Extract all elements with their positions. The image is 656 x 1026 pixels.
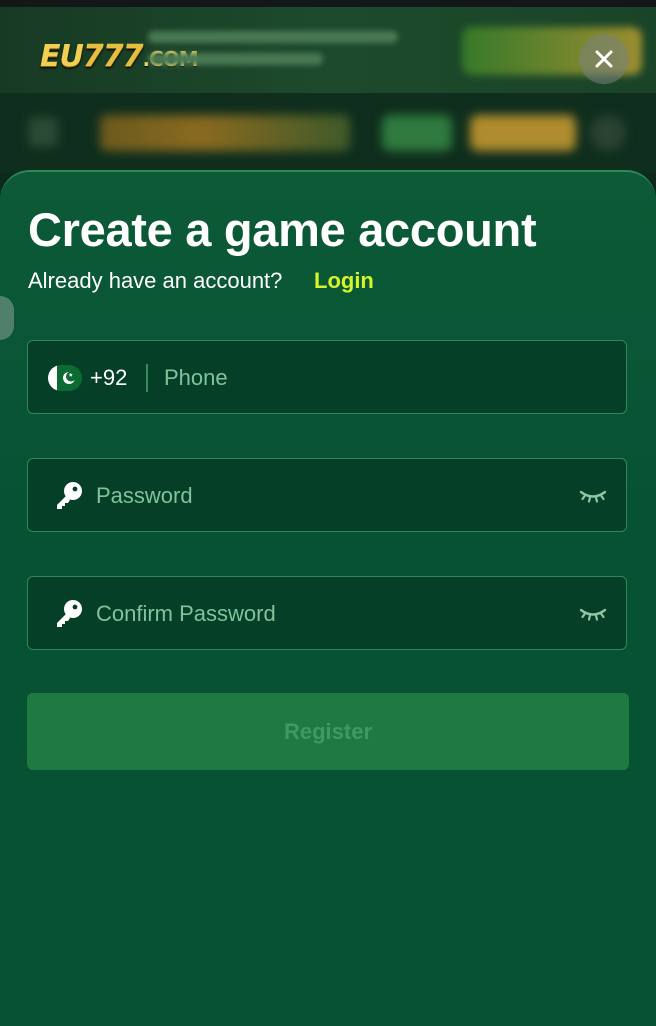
field-divider xyxy=(146,364,148,392)
key-icon xyxy=(57,482,82,509)
register-button[interactable]: Register xyxy=(27,693,629,770)
background-avatar xyxy=(590,115,626,151)
banner-blurred-text xyxy=(148,31,398,77)
close-button[interactable] xyxy=(579,34,629,84)
menu-icon xyxy=(28,117,58,147)
phone-field[interactable]: +92 xyxy=(27,340,627,414)
eye-closed-icon[interactable] xyxy=(578,605,608,623)
promo-banner: EU777.COM xyxy=(0,7,656,93)
login-prompt: Already have an account? xyxy=(28,268,283,293)
country-code[interactable]: +92 xyxy=(90,363,127,393)
login-link[interactable]: Login xyxy=(314,266,374,296)
key-icon xyxy=(57,600,82,627)
status-bar-edge xyxy=(0,0,656,7)
password-input[interactable] xyxy=(96,478,556,514)
confirm-password-input[interactable] xyxy=(96,596,556,632)
background-login-button xyxy=(382,115,452,151)
background-nav xyxy=(0,93,656,173)
phone-input[interactable] xyxy=(164,360,604,396)
confirm-password-field[interactable] xyxy=(27,576,627,650)
background-logo xyxy=(100,115,350,151)
eye-closed-icon[interactable] xyxy=(578,487,608,505)
password-field[interactable] xyxy=(27,458,627,532)
pakistan-flag-icon[interactable] xyxy=(48,365,82,391)
close-icon xyxy=(595,50,613,68)
register-modal: Create a game account Already have an ac… xyxy=(0,170,656,1026)
background-register-button xyxy=(470,115,576,151)
page-title: Create a game account xyxy=(28,203,537,256)
